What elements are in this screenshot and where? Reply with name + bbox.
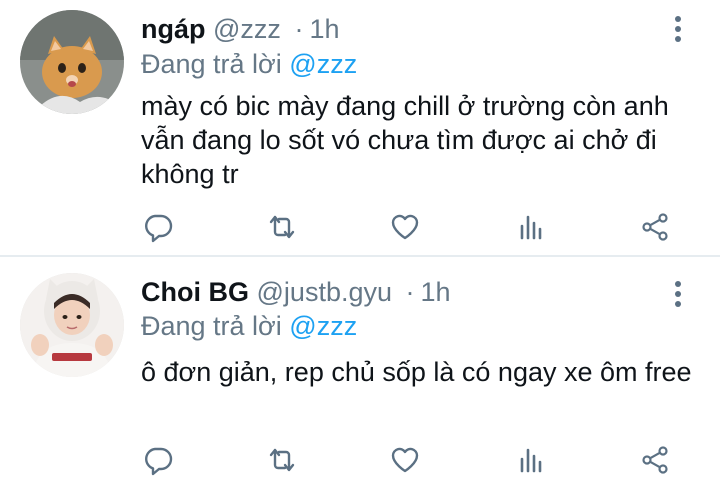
tweet-actions (138, 207, 678, 247)
timestamp[interactable]: 1h (309, 14, 339, 44)
replying-to: Đang trả lời @zzz (141, 309, 357, 343)
avatar[interactable] (20, 10, 124, 114)
tweet-text: mày có bic mày đang chill ở trường còn a… (141, 91, 669, 189)
reply-mention-link[interactable]: @zzz (289, 49, 357, 79)
like-button[interactable] (385, 207, 425, 247)
more-options-button[interactable] (666, 277, 690, 311)
display-name[interactable]: ngáp (141, 14, 206, 44)
retweet-button[interactable] (262, 207, 302, 247)
tweet-header: ngáp @zzz · 1h (141, 12, 340, 46)
replying-to-label: Đang trả lời (141, 311, 282, 341)
reply-icon (145, 447, 173, 476)
stats-icon (520, 448, 542, 473)
replying-to-label: Đang trả lời (141, 49, 282, 79)
tweet-text: ô đơn giản, rep chủ sốp là có ngay xe ôm… (141, 357, 692, 387)
heart-icon (391, 214, 419, 240)
share-button[interactable] (635, 207, 675, 247)
stats-button[interactable] (511, 207, 551, 247)
stats-button[interactable] (511, 440, 551, 480)
replying-to: Đang trả lời @zzz (141, 47, 357, 81)
timestamp[interactable]: 1h (421, 277, 451, 307)
more-options-button[interactable] (666, 12, 690, 46)
heart-icon (391, 447, 419, 473)
reply-button[interactable] (138, 440, 178, 480)
more-vertical-icon (675, 281, 681, 287)
share-button[interactable] (635, 440, 675, 480)
retweet-icon (269, 215, 295, 239)
reply-button[interactable] (138, 207, 178, 247)
display-name[interactable]: Choi BG (141, 277, 249, 307)
like-button[interactable] (385, 440, 425, 480)
cat-avatar-image (20, 10, 124, 114)
retweet-button[interactable] (262, 440, 302, 480)
tweet[interactable]: ngáp @zzz · 1h Đang trả lời @zzz mày có b… (0, 0, 720, 257)
share-icon (642, 213, 668, 241)
retweet-icon (269, 448, 295, 472)
share-icon (642, 446, 668, 474)
reply-icon (145, 214, 173, 243)
user-handle[interactable]: @justb.gyu (257, 277, 392, 307)
reply-mention-link[interactable]: @zzz (289, 311, 357, 341)
user-handle[interactable]: @zzz (213, 14, 281, 44)
tweet-actions (138, 440, 678, 480)
separator-dot: · (294, 14, 304, 44)
person-avatar-image (20, 273, 124, 377)
avatar[interactable] (20, 273, 124, 377)
tweet[interactable]: Choi BG @justb.gyu · 1h Đang trả lời @zzz… (0, 257, 720, 487)
separator-dot: · (405, 277, 415, 307)
tweet-header: Choi BG @justb.gyu · 1h (141, 275, 451, 309)
stats-icon (520, 215, 542, 240)
more-vertical-icon (675, 16, 681, 22)
